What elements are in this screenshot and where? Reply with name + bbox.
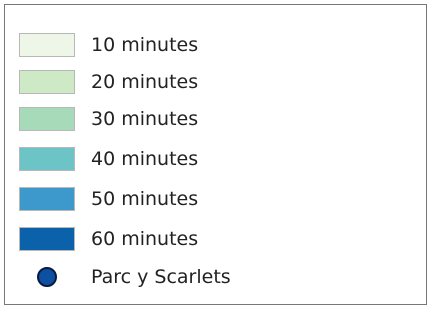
legend-item-40-minutes: 40 minutes — [19, 145, 198, 173]
legend-swatch — [19, 33, 75, 57]
legend-label: 30 minutes — [91, 107, 199, 130]
legend-item-50-minutes: 50 minutes — [19, 185, 198, 213]
legend-swatch — [19, 107, 75, 131]
legend-item-60-minutes: 60 minutes — [19, 225, 198, 253]
legend-swatch — [19, 227, 75, 251]
legend-label: 60 minutes — [91, 227, 199, 250]
legend-swatch — [19, 70, 75, 94]
legend-label: 20 minutes — [91, 70, 199, 93]
legend-item-parc-y-scarlets: Parc y Scarlets — [19, 263, 231, 291]
legend-label: 10 minutes — [91, 33, 199, 56]
legend-label: 50 minutes — [91, 187, 199, 210]
circle-marker-icon — [37, 267, 57, 287]
legend-item-30-minutes: 30 minutes — [19, 105, 198, 133]
legend-item-20-minutes: 20 minutes — [19, 68, 198, 96]
legend-swatch — [19, 187, 75, 211]
map-legend: 10 minutes 20 minutes 30 minutes 40 minu… — [4, 4, 427, 305]
legend-label: 40 minutes — [91, 147, 199, 170]
legend-item-10-minutes: 10 minutes — [19, 31, 198, 59]
legend-swatch — [19, 147, 75, 171]
legend-label: Parc y Scarlets — [91, 265, 231, 288]
